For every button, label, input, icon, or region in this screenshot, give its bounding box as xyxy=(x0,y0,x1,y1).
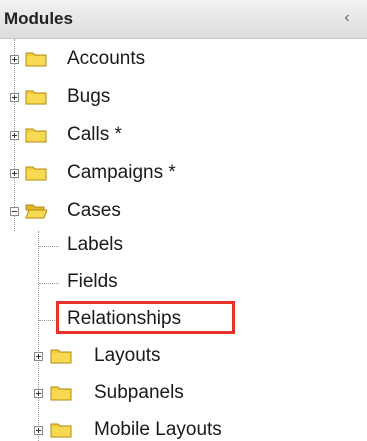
closed-folder-icon xyxy=(25,90,47,105)
closed-folder-icon xyxy=(50,423,72,438)
plus-expander-icon[interactable] xyxy=(34,389,43,398)
tree-node-calls[interactable]: Calls * xyxy=(0,115,367,153)
plus-expander-icon[interactable] xyxy=(10,169,19,178)
module-tree: Accounts Bugs Calls * Campaigns * Cases … xyxy=(0,39,367,441)
tree-node-subpanels[interactable]: Subpanels xyxy=(0,374,367,412)
tree-node-label[interactable]: Mobile Layouts xyxy=(94,419,222,441)
plus-expander-icon[interactable] xyxy=(34,352,43,361)
tree-node-label[interactable]: Campaigns * xyxy=(67,162,176,184)
tree-connector xyxy=(39,283,59,284)
tree-node-mobile-layouts[interactable]: Mobile Layouts xyxy=(0,411,367,441)
tree-leaf-fields[interactable]: Fields xyxy=(67,271,118,293)
closed-folder-icon xyxy=(50,349,72,364)
closed-folder-icon xyxy=(50,386,72,401)
tree-node-bugs[interactable]: Bugs xyxy=(0,77,367,115)
open-folder-icon xyxy=(25,204,47,219)
tree-node-campaigns[interactable]: Campaigns * xyxy=(0,153,367,191)
plus-expander-icon[interactable] xyxy=(10,55,19,64)
tree-node-layouts[interactable]: Layouts xyxy=(0,337,367,375)
closed-folder-icon xyxy=(25,52,47,67)
collapse-panel-button[interactable]: ‹ xyxy=(339,10,355,26)
tree-node-accounts[interactable]: Accounts xyxy=(0,39,367,77)
tree-connector xyxy=(39,246,59,247)
tree-node-label[interactable]: Calls * xyxy=(67,124,122,146)
tree-leaf-relationships[interactable]: Relationships xyxy=(67,308,181,330)
tree-node-label[interactable]: Layouts xyxy=(94,345,161,367)
tree-node-cases[interactable]: Cases xyxy=(0,191,367,229)
closed-folder-icon xyxy=(25,166,47,181)
tree-leaf-labels[interactable]: Labels xyxy=(67,234,123,256)
modules-panel-header: Modules ‹ xyxy=(0,0,367,39)
closed-folder-icon xyxy=(25,128,47,143)
tree-node-label[interactable]: Subpanels xyxy=(94,382,184,404)
panel-title: Modules xyxy=(4,9,73,28)
plus-expander-icon[interactable] xyxy=(34,426,43,435)
plus-expander-icon[interactable] xyxy=(10,93,19,102)
tree-connector xyxy=(39,320,59,321)
tree-node-label[interactable]: Cases xyxy=(67,200,121,222)
tree-node-label[interactable]: Bugs xyxy=(67,86,110,108)
minus-expander-icon[interactable] xyxy=(10,207,19,216)
tree-node-label[interactable]: Accounts xyxy=(67,48,145,70)
plus-expander-icon[interactable] xyxy=(10,131,19,140)
